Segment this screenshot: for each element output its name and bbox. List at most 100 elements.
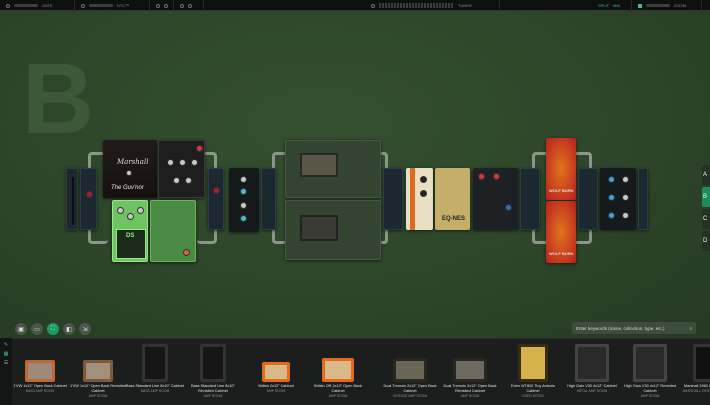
item-category: VINTAGE AMP ROOM [392, 394, 428, 398]
knob[interactable] [137, 207, 144, 214]
io-section[interactable] [174, 0, 204, 11]
knob[interactable] [127, 213, 134, 220]
tuner-section[interactable]: TUNER [365, 0, 500, 11]
headphones-icon[interactable] [164, 3, 168, 8]
item-name: Dual Tremolo 2x12" Open Back Cabinet [383, 384, 437, 393]
search-input[interactable]: Enter keywords (name, collection, type, … [572, 322, 696, 334]
browser-item[interactable]: British 2x12" Cabinet AMP ROOM [247, 340, 305, 394]
pedal-label: WOLF BURN [549, 188, 574, 193]
preset-tabs: A B C D [702, 165, 710, 253]
cabinet-module-1[interactable] [285, 140, 381, 198]
browser-item[interactable]: Eden WT800 Tiny Antonio Cabinet EDEN WT8… [504, 340, 562, 399]
wolf-burn-pedal-1[interactable]: WOLF BURN [546, 138, 576, 200]
eq-module-2[interactable] [600, 168, 636, 230]
browser-item[interactable]: Dual Tremolo 2x12" Open Back Cabinet VIN… [381, 340, 439, 399]
pedal-label: DS [126, 233, 135, 239]
cabinet-module-2[interactable] [285, 200, 381, 260]
amp-controls-panel[interactable] [158, 140, 205, 198]
power-button[interactable] [196, 145, 203, 152]
knob[interactable] [173, 177, 180, 184]
cabinet-thumbnail [142, 344, 168, 382]
power-icon[interactable] [6, 3, 10, 8]
output-module[interactable] [261, 168, 276, 230]
browser-item[interactable]: 1'VW 1x12" Open Back Cabinet BASS AMP RO… [11, 340, 69, 394]
browser-item[interactable]: Bass Standard Line 8x10" Cabinet BASS AM… [126, 340, 184, 394]
power-icon[interactable] [81, 3, 85, 8]
marshall-guvnor-amp[interactable]: Marshall The Guv'nor [103, 140, 157, 198]
eq-module[interactable] [229, 168, 259, 232]
compressor-module[interactable] [208, 168, 224, 230]
browser-item[interactable]: High Gain V30 4x12" Revisited Cabinet AM… [621, 340, 679, 399]
cabinet-thumbnail [693, 344, 710, 382]
marshall-logo: Marshall [117, 158, 149, 166]
input-icon[interactable] [180, 3, 184, 8]
mixer-module[interactable] [578, 168, 598, 230]
browser-item[interactable]: Bass Standard Line 8x10" Revisited Cabin… [184, 340, 242, 399]
link-icon[interactable] [188, 3, 192, 8]
edit-icon[interactable]: ✎ [4, 342, 8, 348]
grid-view-icon[interactable]: ⛶ [47, 323, 59, 335]
dtc-section[interactable]: DTC™ [75, 0, 150, 11]
mix-button[interactable]: MIX [613, 3, 620, 8]
power-icon[interactable] [371, 3, 375, 8]
view-toolbar: ▣ ▭ ⛶ ◧ ⇲ [15, 323, 91, 335]
ds-pedal[interactable]: DS [112, 200, 148, 262]
gate-slider[interactable] [14, 4, 38, 7]
browser-item[interactable]: Dual Tremolo 2x12" Open Back Revisited C… [441, 340, 499, 399]
gate-label: GATE [42, 3, 53, 8]
tuner-meter [379, 3, 454, 8]
knob[interactable] [167, 159, 174, 166]
tab-c[interactable]: C [702, 209, 710, 229]
import-icon[interactable]: ⇲ [79, 323, 91, 335]
tab-a[interactable]: A [702, 165, 710, 185]
browser-item[interactable]: Marshall 1960 Cabinet MARSHALL CROSSOVER [674, 340, 710, 394]
tab-d[interactable]: D [702, 231, 710, 251]
mixer-module[interactable] [520, 168, 540, 230]
cabinet-thumbnail [453, 358, 487, 382]
browser-item[interactable]: British OR 2x12" Open Back Cabinet AMP R… [309, 340, 367, 399]
tab-b[interactable]: B [702, 187, 710, 207]
pedal-label: WOLF BURN [549, 251, 574, 256]
cabinet-thumbnail [25, 360, 55, 382]
amp-view-icon[interactable]: ▭ [31, 323, 43, 335]
knob[interactable] [117, 207, 124, 214]
cabinet-thumbnail [322, 358, 354, 382]
wolf-burn-pedal-2[interactable]: WOLF BURN [546, 201, 576, 263]
noise-gate-module[interactable] [80, 168, 97, 230]
zoom-section[interactable]: ZOOM [632, 0, 702, 11]
browser-item[interactable]: 1'VW 1x12" Open Back Revisited Cabinet A… [69, 340, 127, 399]
eq-nes-pedal[interactable]: EQ-NES [435, 168, 470, 230]
split-mix[interactable]: SPLIT MIX [592, 0, 632, 11]
knob[interactable] [191, 159, 198, 166]
cabinet-thumbnail [393, 358, 427, 382]
mixer-module[interactable] [383, 168, 403, 230]
headphone-section[interactable] [150, 0, 174, 11]
item-name: 1'VW 1x12" Open Back Revisited Cabinet [69, 384, 127, 393]
item-name: Dual Tremolo 2x12" Open Back Revisited C… [443, 384, 497, 393]
zoom-label: ZOOM [674, 3, 686, 8]
split-button[interactable]: SPLIT [598, 3, 609, 8]
item-category: AMP ROOM [460, 394, 480, 398]
item-category: AMP ROOM [640, 394, 660, 398]
input-module[interactable] [66, 168, 78, 230]
grid-icon[interactable]: ▦ [4, 351, 9, 357]
metronome-icon[interactable] [156, 3, 160, 8]
search-icon[interactable]: ⌕ [689, 326, 692, 331]
knob[interactable] [179, 159, 186, 166]
amp-knob[interactable] [126, 170, 132, 176]
signal-view-icon[interactable]: ◧ [63, 323, 75, 335]
dtc-slider[interactable] [89, 4, 113, 7]
list-icon[interactable]: ☰ [4, 360, 8, 366]
fuzz-pedal[interactable] [406, 168, 433, 230]
gate-section[interactable]: GATE [0, 0, 75, 11]
console-module[interactable] [473, 168, 518, 230]
zoom-slider[interactable] [646, 4, 670, 7]
power-button[interactable] [183, 249, 190, 256]
cabinet-thumbnail [200, 344, 226, 382]
ds-controls-panel[interactable] [150, 200, 196, 262]
cabinet-thumbnail [262, 362, 290, 382]
dtc-label: DTC™ [117, 3, 130, 8]
browser-item[interactable]: High Gain V30 4x12" Cabinet METAL AMP RO… [563, 340, 621, 394]
guitar-view-icon[interactable]: ▣ [15, 323, 27, 335]
knob[interactable] [185, 177, 192, 184]
